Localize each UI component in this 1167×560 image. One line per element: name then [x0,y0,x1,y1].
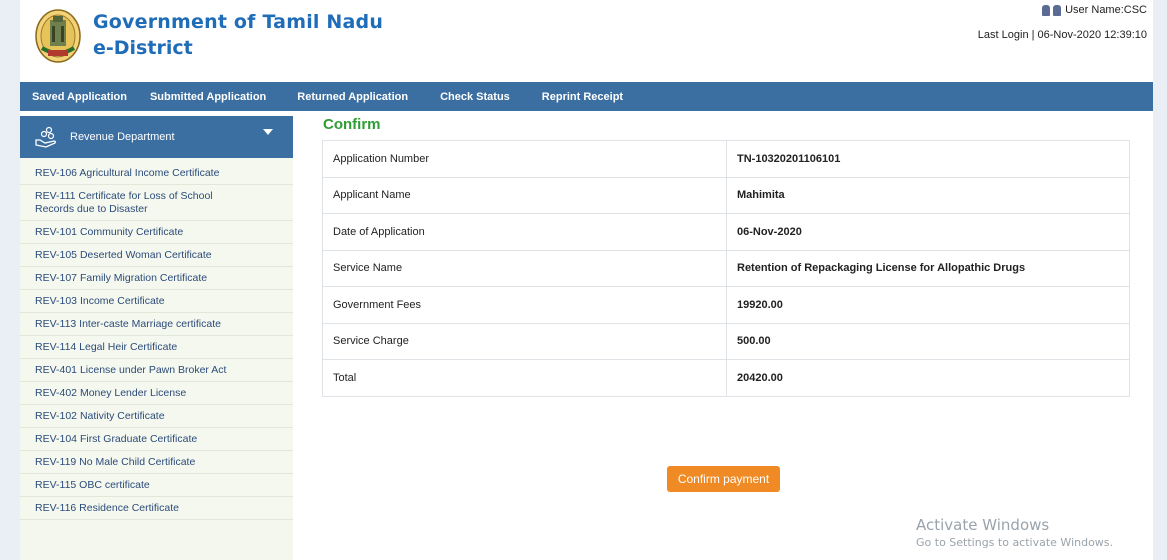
activate-windows-watermark: Activate Windows Go to Settings to activ… [916,516,1113,549]
table-row: Government Fees 19920.00 [322,286,1130,323]
main-content: Confirm Application Number TN-1032020110… [322,116,1132,492]
confirm-payment-button[interactable]: Confirm payment [667,466,780,492]
row-label: Total [322,359,727,396]
nav-reprint-receipt[interactable]: Reprint Receipt [542,91,623,103]
brand-title: Government of Tamil Nadu [93,11,384,33]
nav-saved-application[interactable]: Saved Application [32,91,127,103]
watermark-subtitle: Go to Settings to activate Windows. [916,536,1114,549]
application-details-table: Application Number TN-10320201106101 App… [322,140,1130,397]
row-label: Service Charge [322,322,727,360]
sidebar-item[interactable]: REV-107 Family Migration Certificate [20,267,293,290]
sidebar-item[interactable]: REV-103 Income Certificate [20,290,293,313]
sidebar: Revenue Department REV-106 Agricultural … [20,116,293,560]
row-value: Retention of Repackaging License for All… [726,249,1130,287]
table-row: Date of Application 06-Nov-2020 [322,213,1130,250]
user-icon [1042,5,1062,16]
sidebar-item[interactable]: REV-402 Money Lender License [20,382,293,405]
table-row: Applicant Name Mahimita [322,176,1130,214]
sidebar-item[interactable]: REV-105 Deserted Woman Certificate [20,244,293,267]
row-value: TN-10320201106101 [726,140,1130,177]
row-label: Date of Application [322,213,727,250]
caret-down-icon [263,129,273,135]
tamil-nadu-emblem-logo [35,9,81,63]
row-label: Service Name [322,249,727,287]
department-label: Revenue Department [70,131,175,143]
table-row: Application Number TN-10320201106101 [322,140,1130,177]
table-row: Service Name Retention of Repackaging Li… [322,249,1130,287]
top-navbar: Saved Application Submitted Application … [20,82,1153,111]
row-value: Mahimita [726,176,1130,214]
row-value: 19920.00 [726,286,1130,323]
sidebar-item[interactable]: REV-111 Certificate for Loss of School R… [20,185,293,221]
sidebar-item[interactable]: REV-114 Legal Heir Certificate [20,336,293,359]
watermark-title: Activate Windows [916,516,1050,534]
header: Government of Tamil Nadu e-District User… [20,0,1153,82]
sidebar-item[interactable]: REV-101 Community Certificate [20,221,293,244]
nav-returned-application[interactable]: Returned Application [297,91,408,103]
sidebar-item[interactable]: REV-102 Nativity Certificate [20,405,293,428]
sidebar-item[interactable]: REV-401 License under Pawn Broker Act [20,359,293,382]
sidebar-item[interactable]: REV-106 Agricultural Income Certificate [20,158,293,185]
table-row: Total 20420.00 [322,359,1130,396]
row-value: 500.00 [726,322,1130,360]
table-row: Service Charge 500.00 [322,322,1130,360]
row-value: 06-Nov-2020 [726,213,1130,250]
hand-coins-icon [35,126,56,148]
user-area: User Name:CSC Last Login | 06-Nov-2020 1… [978,3,1147,43]
nav-submitted-application[interactable]: Submitted Application [150,91,266,103]
page: Government of Tamil Nadu e-District User… [20,0,1153,560]
department-dropdown[interactable]: Revenue Department [20,116,293,158]
last-login: Last Login | 06-Nov-2020 12:39:10 [977,29,1147,41]
brand-subtitle: e-District [93,37,193,59]
sidebar-item[interactable]: REV-115 OBC certificate [20,474,293,497]
nav-check-status[interactable]: Check Status [440,91,510,103]
row-value: 20420.00 [726,359,1130,396]
sidebar-item[interactable]: REV-113 Inter-caste Marriage certificate [20,313,293,336]
row-label: Application Number [322,140,727,177]
row-label: Applicant Name [322,176,727,214]
sidebar-item[interactable]: REV-104 First Graduate Certificate [20,428,293,451]
row-label: Government Fees [322,286,727,323]
sidebar-item[interactable]: REV-119 No Male Child Certificate [20,451,293,474]
user-name: User Name:CSC [1065,4,1147,16]
page-title: Confirm [323,116,381,133]
sidebar-item[interactable]: REV-116 Residence Certificate [20,497,293,520]
